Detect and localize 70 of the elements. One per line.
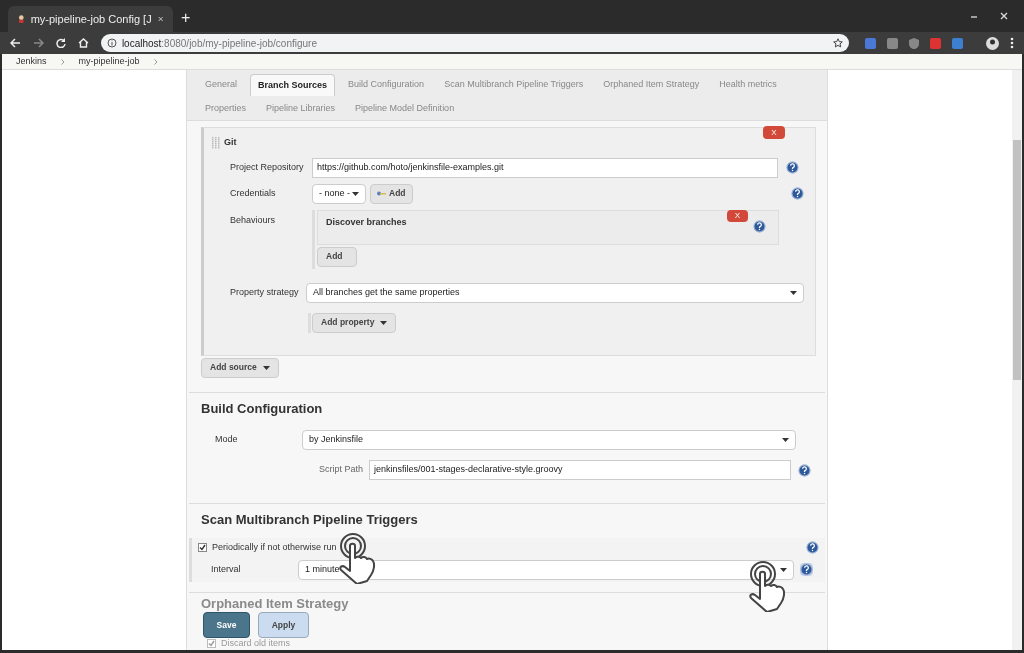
close-icon[interactable] — [1000, 12, 1008, 20]
home-icon[interactable] — [77, 38, 89, 48]
address-bar[interactable]: localhost:8080/job/my-pipeline-job/configure — [100, 34, 849, 52]
browser-tab[interactable]: my-pipeline-job Config [J — [8, 6, 173, 32]
tab-title: my-pipeline-job Config [J — [30, 11, 152, 27]
close-icon[interactable] — [157, 15, 163, 23]
help-icon[interactable] — [786, 161, 799, 174]
credentials-select[interactable]: - none - — [312, 183, 366, 204]
menu-icon[interactable] — [1010, 37, 1014, 49]
caret-icon — [782, 438, 789, 442]
extension-icon[interactable] — [865, 37, 876, 49]
address-text: localhost:8080/job/my-pipeline-job/configure — [121, 36, 317, 51]
new-tab-button[interactable]: + — [181, 10, 191, 26]
help-icon[interactable] — [798, 463, 811, 477]
apply-button[interactable]: Apply — [258, 612, 309, 638]
add-source-button[interactable]: Add source — [201, 357, 279, 378]
key-icon — [377, 191, 386, 196]
field-label: Behaviours — [229, 213, 277, 227]
field-label: Mode — [214, 433, 239, 447]
script-path-field[interactable]: jenkinsfiles/001-stages-declarative-style.groovy — [369, 460, 791, 480]
section-heading: Orphaned Item Strategy — [200, 596, 350, 611]
field-label: Interval — [210, 562, 242, 576]
back-icon[interactable] — [10, 38, 21, 48]
property-strategy-select[interactable]: All branches get the same properties — [306, 282, 804, 303]
extension-icon[interactable] — [952, 37, 963, 49]
checkbox-label: Discard old items — [221, 636, 291, 650]
field-label: Property strategy — [229, 285, 300, 299]
extension-icon[interactable] — [887, 37, 898, 49]
source-title: Git — [224, 136, 237, 149]
shield-icon[interactable] — [909, 37, 919, 49]
breadcrumb-link[interactable]: Jenkins — [16, 54, 47, 69]
scrollbar-thumb[interactable] — [1013, 140, 1021, 380]
help-icon[interactable] — [753, 219, 766, 233]
profile-icon[interactable] — [986, 36, 999, 50]
interval-select[interactable]: 1 minute — [298, 559, 794, 580]
delete-button[interactable]: X — [763, 126, 785, 139]
star-icon[interactable] — [833, 38, 843, 48]
mode-select[interactable]: by Jenkinsfile — [302, 430, 796, 450]
section-tab[interactable]: Branch Sources — [250, 74, 336, 96]
section-heading: Build Configuration — [200, 399, 324, 418]
forward-icon[interactable] — [32, 38, 44, 48]
help-icon[interactable] — [790, 187, 804, 200]
caret-icon — [262, 365, 270, 370]
info-icon — [106, 38, 117, 48]
help-icon[interactable] — [800, 563, 813, 576]
delete-button[interactable]: X — [727, 209, 748, 222]
caret-icon — [380, 320, 388, 325]
add-credentials-button[interactable]: Add — [370, 183, 413, 204]
caret-icon — [780, 567, 787, 572]
caret-icon — [790, 290, 797, 295]
add-property-button[interactable]: Add property — [312, 312, 397, 333]
chevron-icon — [153, 58, 158, 65]
save-button[interactable]: Save — [203, 612, 250, 638]
field-label: Project Repository — [229, 160, 305, 174]
reload-icon[interactable] — [55, 38, 66, 48]
field-label: Script Path — [317, 463, 364, 477]
breadcrumb-link[interactable]: my-pipeline-job — [78, 54, 140, 69]
scrollbar[interactable] — [1012, 70, 1022, 650]
add-behaviour-button[interactable]: Add — [317, 246, 357, 267]
field-label: Credentials — [229, 186, 277, 200]
chevron-icon — [60, 58, 65, 65]
section-heading: Scan Multibranch Pipeline Triggers — [200, 511, 419, 529]
behaviour-title: Discover branches — [326, 216, 407, 230]
caret-icon — [352, 191, 359, 196]
checkbox-label: Periodically if not otherwise run — [212, 540, 337, 554]
butler-icon — [18, 13, 25, 25]
drag-handle-icon[interactable] — [212, 136, 220, 149]
checkbox[interactable] — [198, 543, 207, 552]
help-icon[interactable] — [806, 541, 819, 554]
repository-field[interactable]: https://github.com/hoto/jenkinsfile-examples.git — [312, 157, 778, 178]
